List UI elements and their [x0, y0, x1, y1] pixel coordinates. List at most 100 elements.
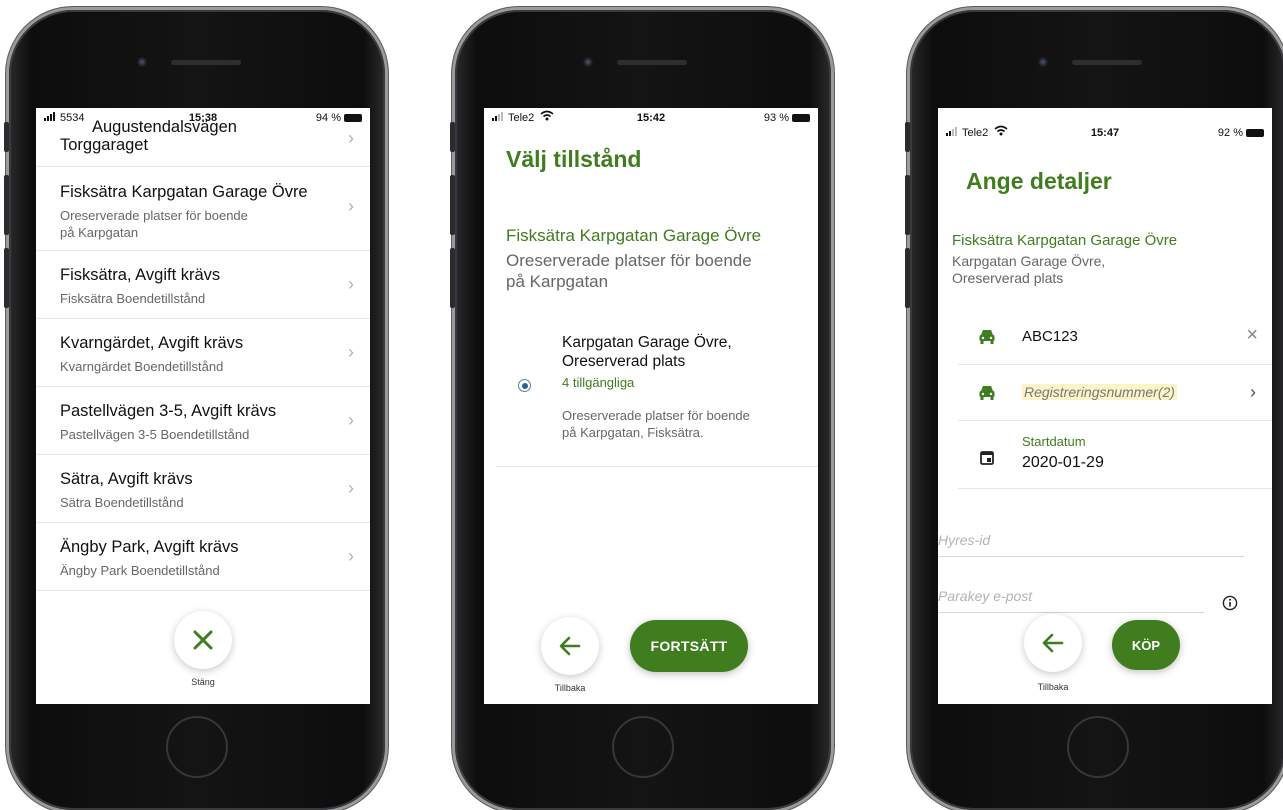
list-item-title: Ängby Park, Avgift krävs — [60, 538, 239, 556]
buy-button[interactable]: KÖP — [1112, 620, 1180, 670]
availability-label: 4 tillgängliga — [562, 375, 635, 390]
speaker-grille — [171, 60, 241, 65]
option-description-line2: på Karpgatan, Fisksätra. — [562, 425, 704, 440]
chevron-right-icon: › — [348, 274, 354, 294]
list-item-subtitle: Torggaraget — [60, 136, 149, 154]
continue-button[interactable]: FORTSÄTT — [630, 620, 748, 672]
chevron-right-icon: › — [1250, 382, 1256, 402]
calendar-icon — [980, 450, 994, 470]
close-button[interactable] — [174, 611, 232, 669]
mute-switch — [4, 122, 9, 152]
rent-id-field[interactable]: Hyres-id — [938, 528, 1244, 557]
camera-icon — [137, 57, 147, 67]
battery-icon — [1246, 129, 1264, 137]
camera-icon — [583, 57, 593, 67]
start-date-label: Startdatum — [1022, 434, 1086, 449]
option-name-line2: Oreserverad plats — [562, 353, 686, 370]
battery-label: 92 % — [1217, 127, 1243, 139]
list-item-title: Fisksätra Karpgatan Garage Övre — [60, 183, 308, 201]
list-item[interactable]: Fisksätra, Avgift krävs Fisksätra Boende… — [36, 250, 370, 319]
plate-row[interactable]: ABC123 × — [958, 310, 1272, 365]
status-bar: Tele2 15:42 93 % — [484, 108, 818, 128]
location-description: Karpgatan Garage Övre, — [952, 253, 1106, 269]
list-item-subtitle: Sätra Boendetillstånd — [60, 495, 184, 510]
list-item-title: Fisksätra, Avgift krävs — [60, 266, 221, 284]
phone-frame-1: 5534 15:38 94 % Augustendalsvägen Torgga… — [4, 10, 385, 810]
chevron-right-icon: › — [348, 410, 354, 430]
volume-down-button — [905, 248, 910, 308]
volume-up-button — [4, 175, 9, 235]
close-icon — [193, 630, 213, 650]
email-field[interactable]: Parakey e-post — [938, 586, 1204, 613]
phone-frame-2: Tele2 15:42 93 % Välj tillstånd Fisksätr… — [450, 10, 831, 810]
chevron-right-icon: › — [348, 196, 354, 216]
option-name: Karpgatan Garage Övre, — [562, 334, 732, 351]
arrow-left-icon — [559, 636, 581, 656]
list-item-subtitle: Ängby Park Boendetillstånd — [60, 563, 220, 578]
list-item-title: Pastellvägen 3-5, Avgift krävs — [60, 402, 277, 420]
location-title: Fisksätra Karpgatan Garage Övre — [506, 226, 762, 245]
screen-permit-list: 5534 15:38 94 % Augustendalsvägen Torgga… — [36, 108, 370, 704]
back-button[interactable] — [541, 617, 599, 675]
location-description-line2: Oreserverad plats — [952, 270, 1064, 286]
battery-label: 93 % — [763, 112, 789, 124]
speaker-grille — [1072, 60, 1142, 65]
volume-up-button — [450, 175, 455, 235]
arrow-left-icon — [1042, 633, 1064, 653]
list-item-title: Augustendalsvägen — [92, 118, 237, 136]
list-item[interactable]: Augustendalsvägen Torggaraget › — [36, 108, 370, 167]
location-title: Fisksätra Karpgatan Garage Övre — [952, 232, 1178, 249]
back-button[interactable] — [1024, 614, 1082, 672]
list-item[interactable]: Fisksätra Karpgatan Garage Övre Oreserve… — [36, 166, 370, 251]
radio-selected-icon[interactable] — [518, 379, 531, 392]
car-icon — [978, 328, 996, 349]
start-date-value: 2020-01-29 — [1022, 454, 1104, 471]
location-description-line2: på Karpgatan — [506, 272, 609, 291]
status-bar: Tele2 15:47 92 % — [938, 123, 1272, 143]
chevron-right-icon: › — [348, 478, 354, 498]
start-date-row[interactable]: Startdatum 2020-01-29 — [958, 420, 1272, 489]
location-description: Oreserverade platser för boende — [506, 251, 752, 270]
volume-down-button — [450, 248, 455, 308]
list-item-subtitle: Pastellvägen 3-5 Boendetillstånd — [60, 427, 250, 442]
list-item-title: Kvarngärdet, Avgift krävs — [60, 334, 244, 352]
mute-switch — [905, 122, 910, 152]
volume-down-button — [4, 248, 9, 308]
mute-switch — [450, 122, 455, 152]
list-item-title: Sätra, Avgift krävs — [60, 470, 193, 488]
clear-icon[interactable]: × — [1246, 324, 1258, 347]
chevron-right-icon: › — [348, 546, 354, 566]
info-icon[interactable] — [1222, 595, 1238, 616]
list-item-subtitle: Oreserverade platser för boende — [60, 208, 248, 223]
plate-value: ABC123 — [1022, 328, 1078, 345]
chevron-right-icon: › — [348, 342, 354, 362]
list-item-subtitle-line2: på Karpgatan — [60, 225, 139, 240]
close-label: Stäng — [191, 677, 215, 687]
screen-enter-details: Tele2 15:47 92 % Ange detaljer Fisksätra… — [938, 108, 1272, 704]
plate-placeholder: Registreringsnummer(2) — [1022, 384, 1177, 400]
list-item[interactable]: Pastellvägen 3-5, Avgift krävs Pastellvä… — [36, 386, 370, 455]
list-item-subtitle: Fisksätra Boendetillstånd — [60, 291, 206, 306]
speaker-grille — [617, 60, 687, 65]
screen-select-permit: Tele2 15:42 93 % Välj tillstånd Fisksätr… — [484, 108, 818, 704]
add-plate-row[interactable]: Registreringsnummer(2) › — [958, 364, 1272, 421]
permit-option[interactable]: Karpgatan Garage Övre, Oreserverad plats… — [496, 320, 818, 467]
list-item[interactable]: Ängby Park, Avgift krävs Ängby Park Boen… — [36, 522, 370, 591]
option-description: Oreserverade platser för boende — [562, 408, 750, 423]
camera-icon — [1038, 57, 1048, 67]
home-button[interactable] — [612, 716, 674, 778]
battery-indicator: 92 % — [1218, 127, 1264, 139]
volume-up-button — [905, 175, 910, 235]
list-item-subtitle: Kvarngärdet Boendetillstånd — [60, 359, 224, 374]
rent-id-placeholder: Hyres-id — [938, 532, 991, 548]
list-item[interactable]: Sätra, Avgift krävs Sätra Boendetillstån… — [36, 454, 370, 523]
back-label: Tillbaka — [554, 683, 586, 693]
page-title: Välj tillstånd — [506, 146, 642, 172]
home-button[interactable] — [166, 716, 228, 778]
battery-icon — [792, 114, 810, 122]
phone-frame-3: Tele2 15:47 92 % Ange detaljer Fisksätra… — [905, 10, 1283, 810]
page-title: Ange detaljer — [966, 168, 1112, 194]
email-placeholder: Parakey e-post — [938, 588, 1033, 604]
home-button[interactable] — [1067, 716, 1129, 778]
list-item[interactable]: Kvarngärdet, Avgift krävs Kvarngärdet Bo… — [36, 318, 370, 387]
